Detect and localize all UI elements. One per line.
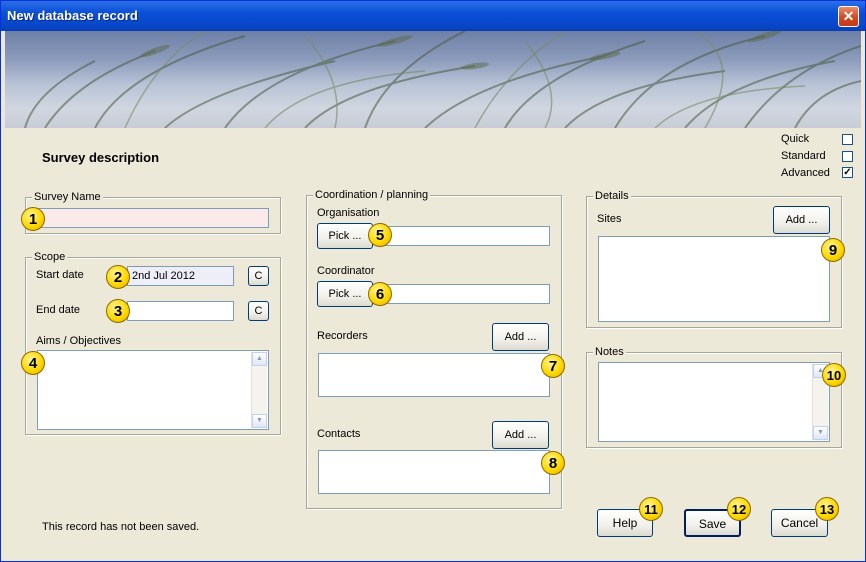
quick-checkbox[interactable] — [842, 134, 853, 145]
standard-label: Standard — [781, 150, 826, 162]
save-status-text: This record has not been saved. — [42, 521, 200, 533]
callout-badge-10: 10 — [822, 363, 846, 387]
title-bar[interactable]: New database record ✕ — [1, 1, 865, 31]
contacts-add-button[interactable]: Add ... — [492, 421, 549, 449]
start-date-calendar-button[interactable]: C — [248, 266, 269, 286]
sites-list[interactable] — [598, 236, 830, 322]
coordinator-label: Coordinator — [317, 265, 375, 277]
scroll-down-arrow-icon[interactable]: ▼ — [252, 414, 267, 428]
organisation-pick-button[interactable]: Pick ... — [317, 223, 373, 249]
recorders-list[interactable] — [318, 353, 550, 397]
callout-badge-3: 3 — [106, 299, 130, 323]
end-date-label: End date — [36, 304, 81, 316]
dialog-window: New database record ✕ Survey description… — [0, 0, 866, 562]
coordination-group-label: Coordination / planning — [313, 189, 431, 201]
window-title: New database record — [7, 8, 138, 23]
coordinator-input[interactable] — [375, 284, 550, 304]
callout-badge-12: 12 — [727, 497, 751, 521]
callout-badge-2: 2 — [106, 265, 130, 289]
scope-group-label: Scope — [32, 251, 68, 263]
recorders-label: Recorders — [317, 330, 368, 342]
end-date-calendar-button[interactable]: C — [248, 301, 269, 321]
contacts-label: Contacts — [317, 428, 361, 440]
callout-badge-8: 8 — [541, 451, 565, 475]
scroll-up-arrow-icon[interactable]: ▲ — [252, 352, 267, 366]
callout-badge-11: 11 — [639, 497, 663, 521]
callout-badge-7: 7 — [541, 354, 565, 378]
organisation-input[interactable] — [375, 226, 550, 246]
advanced-label: Advanced — [781, 167, 830, 179]
aims-textarea[interactable]: ▲ ▼ — [37, 350, 269, 430]
aims-scrollbar[interactable]: ▲ ▼ — [251, 352, 267, 428]
survey-name-input[interactable] — [37, 208, 269, 228]
start-date-input[interactable]: 2nd Jul 2012 — [127, 266, 234, 286]
recorders-add-button[interactable]: Add ... — [492, 323, 549, 351]
details-group-label: Details — [593, 190, 631, 202]
close-button[interactable]: ✕ — [838, 6, 859, 27]
organisation-label: Organisation — [317, 207, 380, 219]
callout-badge-6: 6 — [368, 282, 392, 306]
grass-banner-graphic — [24, 31, 861, 128]
page-heading: Survey description — [42, 150, 160, 165]
contacts-list[interactable] — [318, 450, 550, 494]
aims-label: Aims / Objectives — [36, 335, 121, 347]
coordinator-pick-button[interactable]: Pick ... — [317, 281, 373, 307]
scroll-down-arrow-icon[interactable]: ▼ — [813, 426, 828, 440]
header-banner-image — [5, 31, 861, 128]
survey-name-group-label: Survey Name — [32, 191, 103, 203]
notes-group-label: Notes — [593, 346, 626, 358]
end-date-input[interactable] — [127, 301, 234, 321]
callout-badge-1: 1 — [21, 207, 45, 231]
start-date-label: Start date — [36, 269, 84, 281]
callout-badge-4: 4 — [21, 351, 45, 375]
advanced-checkbox[interactable]: ✓ — [842, 167, 853, 178]
sites-label: Sites — [597, 213, 622, 225]
callout-badge-9: 9 — [821, 238, 845, 262]
sites-add-button[interactable]: Add ... — [773, 206, 830, 234]
callout-badge-13: 13 — [815, 497, 839, 521]
notes-textarea[interactable]: ▲ ▼ — [598, 362, 830, 442]
quick-label: Quick — [781, 133, 810, 145]
callout-badge-5: 5 — [368, 223, 392, 247]
standard-checkbox[interactable] — [842, 151, 853, 162]
